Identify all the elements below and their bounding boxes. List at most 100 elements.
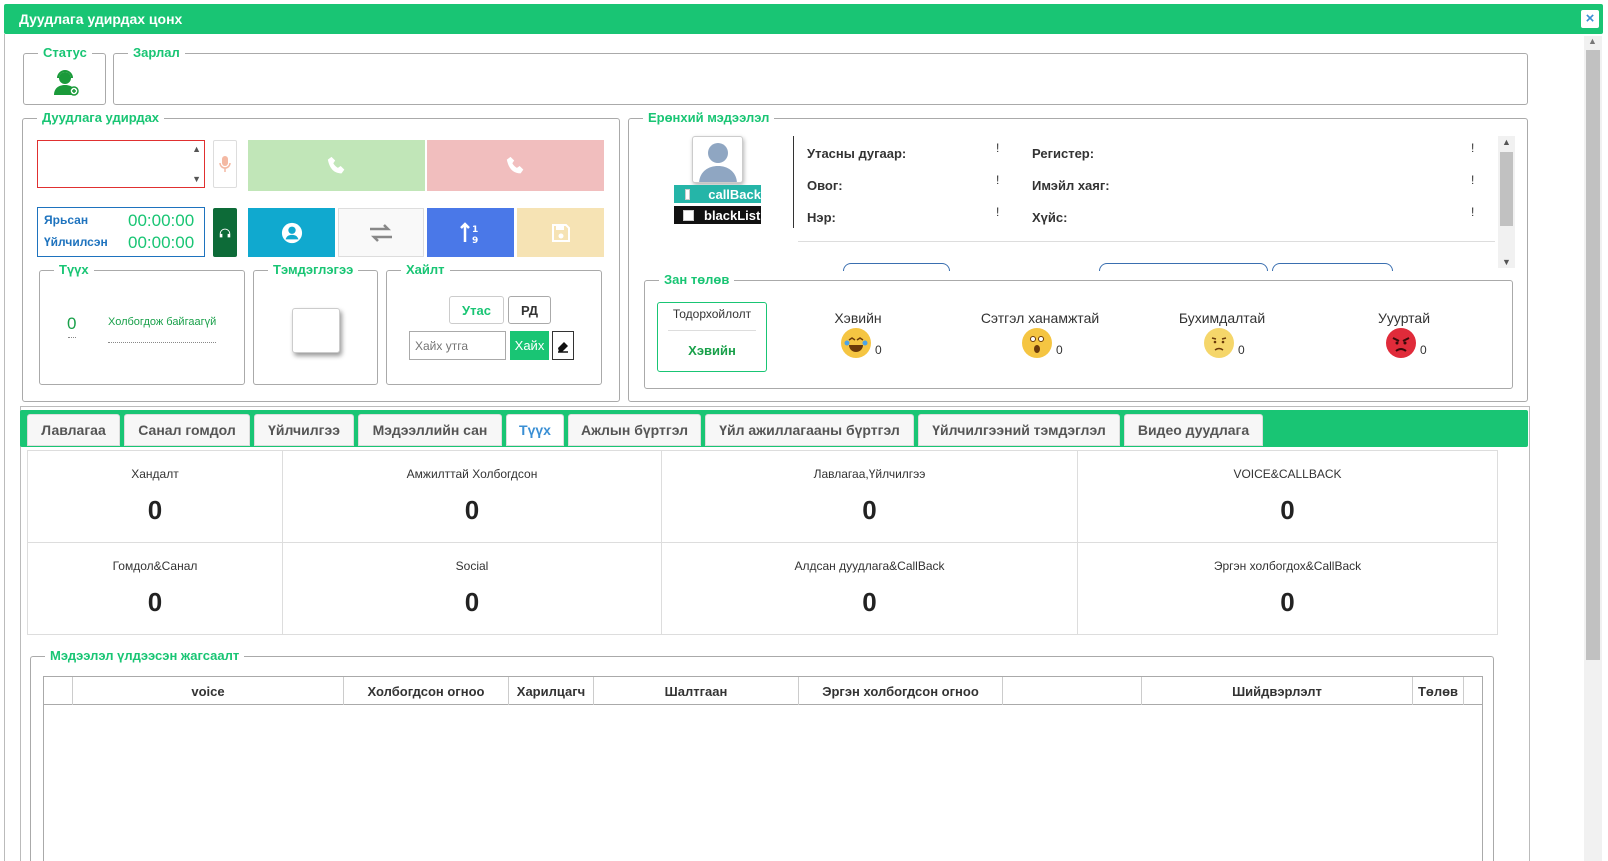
callback-toggle[interactable]: callBack xyxy=(674,185,761,203)
answered-time: 00:00:00 xyxy=(128,211,195,230)
window-titlebar: Дуудлага удирдах цонх × xyxy=(4,4,1603,34)
mood-panel: Зан төлөв xyxy=(644,272,1513,389)
search-legend: Хайлт xyxy=(401,262,450,277)
microphone-button[interactable] xyxy=(213,140,237,188)
col-header-status[interactable]: Төлөв xyxy=(1413,677,1464,705)
search-button[interactable]: Хайх xyxy=(510,331,549,360)
search-input[interactable] xyxy=(409,331,506,360)
stat-label: Хандалт xyxy=(131,467,179,481)
scroll-thumb[interactable] xyxy=(1586,50,1600,660)
col-header-empty[interactable] xyxy=(1003,677,1142,705)
page-scrollbar[interactable]: ▲ xyxy=(1584,36,1602,861)
tab-video-call[interactable]: Видео дуудлага xyxy=(1124,414,1263,446)
info-scroll-up-icon[interactable]: ▲ xyxy=(1502,137,1511,147)
stat-value: 0 xyxy=(862,495,877,525)
stat-value: 0 xyxy=(464,587,480,617)
search-panel: Хайлт xyxy=(386,262,602,385)
callback-checkbox[interactable] xyxy=(685,188,691,200)
col-header-reason[interactable]: Шалтгаан xyxy=(594,677,799,705)
stat-social: Social 0 xyxy=(282,542,662,635)
phone-icon xyxy=(327,156,344,173)
scroll-up-icon[interactable]: ▲ xyxy=(1588,36,1597,46)
stat-complaints: Гомдол&Санал 0 xyxy=(27,542,283,635)
stat-value: 0 xyxy=(1280,495,1295,525)
info-scroll-down-icon[interactable]: ▼ xyxy=(1502,257,1511,267)
info-tab-3[interactable] xyxy=(1272,263,1393,271)
name-label: Нэр: xyxy=(807,210,836,225)
general-info-legend: Ерөнхий мэдээлэл xyxy=(643,110,775,125)
info-tab-1[interactable] xyxy=(843,263,950,271)
tab-reference[interactable]: Лавлагаа xyxy=(27,414,120,446)
info-scroll-thumb[interactable] xyxy=(1500,152,1513,226)
stat-value: 0 xyxy=(147,587,163,617)
transfer-arrows-icon xyxy=(370,223,392,242)
mood-definition-label: Тодорхойлолт xyxy=(672,307,752,321)
search-by-phone-button[interactable]: Утас xyxy=(449,296,504,324)
agent-status-icon[interactable] xyxy=(51,68,81,98)
col-header-connected-date[interactable]: Холбогдсон огноо xyxy=(344,677,509,705)
col-header-callback-date[interactable]: Эргэн холбогдсон огноо xyxy=(799,677,1003,705)
email-value: ! xyxy=(1471,173,1475,187)
mood-angry-count: 0 xyxy=(1420,343,1427,357)
col-header-customer[interactable]: Харилцагч xyxy=(509,677,594,705)
stat-value: 0 xyxy=(147,495,163,525)
spin-down-icon[interactable]: ▼ xyxy=(192,174,201,184)
tab-service-notes[interactable]: Үйлчилгээний тэмдэглэл xyxy=(918,414,1120,446)
stat-value: 0 xyxy=(1280,587,1295,617)
user-silhouette-icon xyxy=(699,143,737,182)
blacklist-toggle[interactable]: blackList xyxy=(674,206,761,224)
gender-value: ! xyxy=(1471,205,1475,219)
answered-label: Ярьсан xyxy=(44,213,89,227)
tab-activity-log[interactable]: Үйл ажиллагааны бүртгэл xyxy=(705,414,914,446)
surname-label: Овог: xyxy=(807,178,843,193)
info-divider xyxy=(793,136,794,228)
status-panel: Статус xyxy=(23,45,106,105)
headset-button[interactable] xyxy=(213,208,237,257)
tab-history[interactable]: Түүх xyxy=(506,414,564,446)
phone-number-input[interactable]: ▲ ▼ xyxy=(37,140,205,188)
stat-label: Social xyxy=(455,559,489,573)
accept-call-button[interactable] xyxy=(248,140,425,191)
phone-hangup-icon xyxy=(506,156,523,173)
mood-satisfied-label: Сэтгэл ханамжтай xyxy=(980,310,1100,326)
info-tab-2[interactable] xyxy=(1099,263,1268,271)
stat-access: Хандалт 0 xyxy=(27,450,283,543)
note-button[interactable] xyxy=(292,308,340,353)
transfer-call-button[interactable] xyxy=(338,208,424,257)
phone-label: Утасны дугаар: xyxy=(807,146,907,161)
blacklist-checkbox[interactable] xyxy=(683,209,694,221)
stat-missed-calls: Алдсан дуудлага&CallBack 0 xyxy=(661,542,1078,635)
history-legend: Түүх xyxy=(54,262,94,277)
tab-services[interactable]: Үйлчилгээ xyxy=(254,414,354,446)
history-status-divider xyxy=(108,342,216,343)
customer-profile-button[interactable] xyxy=(248,208,335,257)
served-time: 00:00:00 xyxy=(128,233,195,252)
clear-search-button[interactable] xyxy=(552,331,574,360)
save-button[interactable] xyxy=(517,208,604,257)
served-label: Үйлчилсэн xyxy=(44,235,108,249)
info-scrollbar[interactable]: ▲ ▼ xyxy=(1498,136,1515,268)
history-status: Холбогдож байгаагүй xyxy=(108,316,217,328)
spin-up-icon[interactable]: ▲ xyxy=(192,144,201,154)
sort-button[interactable]: 1 9 xyxy=(427,208,514,257)
search-by-register-button[interactable]: РД xyxy=(508,296,551,324)
stat-connected: Амжилттай Холбогдсон 0 xyxy=(282,450,662,543)
history-panel: Түүх 0 Холбогдож байгаагүй xyxy=(39,262,245,385)
col-header-voice[interactable]: voice xyxy=(73,677,344,705)
reject-call-button[interactable] xyxy=(427,140,604,191)
eraser-icon xyxy=(558,341,568,353)
svg-text:9: 9 xyxy=(472,236,478,245)
phone-value: ! xyxy=(996,141,1000,155)
history-count: 0 xyxy=(67,314,77,333)
tab-complaints[interactable]: Санал гомдол xyxy=(124,414,250,446)
close-icon[interactable]: × xyxy=(1581,10,1599,28)
confused-face-icon xyxy=(1204,328,1234,358)
mood-normal-count: 0 xyxy=(875,343,882,357)
col-header-select[interactable] xyxy=(44,677,73,705)
tab-knowledge-base[interactable]: Мэдээллийн сан xyxy=(358,414,502,446)
col-header-resolution[interactable]: Шийдвэрлэлт xyxy=(1142,677,1413,705)
mood-definition-divider xyxy=(668,330,756,331)
stat-label: Амжилттай Холбогдсон xyxy=(406,467,538,481)
note-panel: Тэмдэглэгээ xyxy=(253,262,378,385)
tab-work-log[interactable]: Ажлын бүртгэл xyxy=(568,414,701,446)
